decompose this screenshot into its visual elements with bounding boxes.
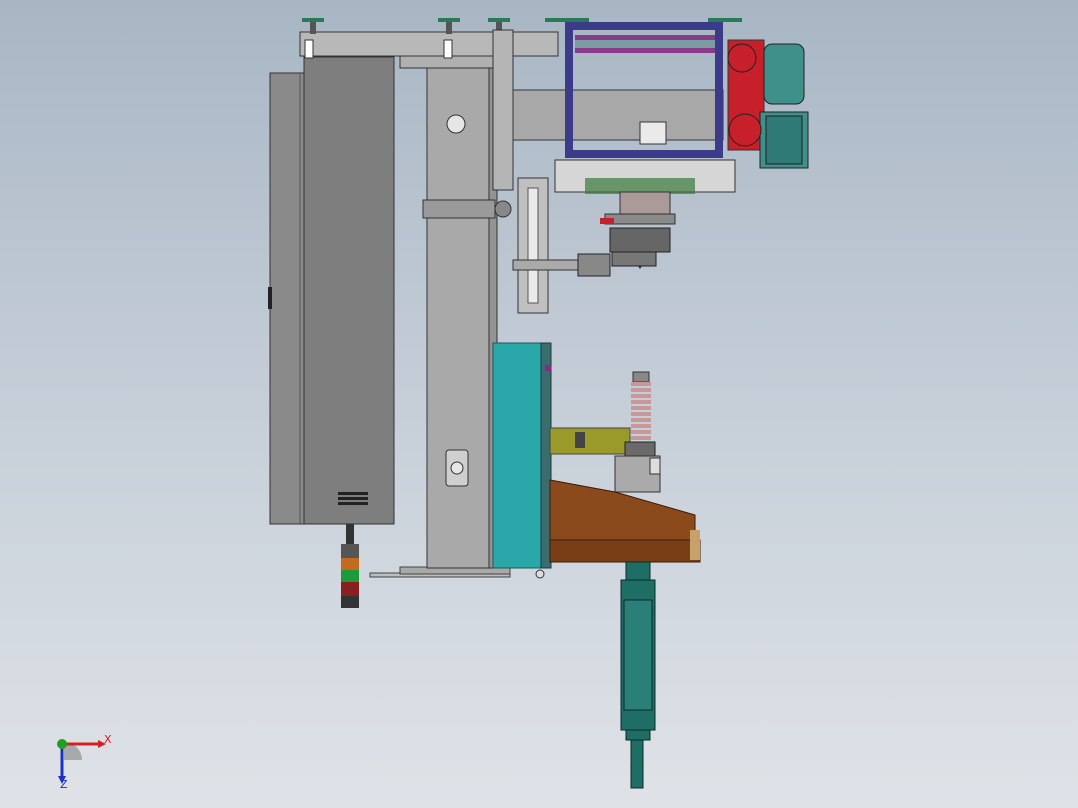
cad-viewport[interactable]: X Z [0,0,1078,808]
axis-triad: X Z [57,733,112,790]
electrical-cabinet[interactable] [268,56,395,525]
x-axis-label: X [104,733,112,746]
signal-tower[interactable] [341,524,359,608]
gearmotor[interactable] [727,39,809,169]
y-axis-dot [57,739,67,749]
spring-assembly[interactable] [549,371,661,493]
spring-coil [631,371,651,440]
cabinet-vent [338,492,368,505]
z-axis-label: Z [60,778,68,790]
cyan-housing[interactable] [492,342,552,579]
machine-model[interactable] [0,0,1078,808]
upper-post [492,29,514,191]
pneumatic-cylinder[interactable] [620,561,656,789]
